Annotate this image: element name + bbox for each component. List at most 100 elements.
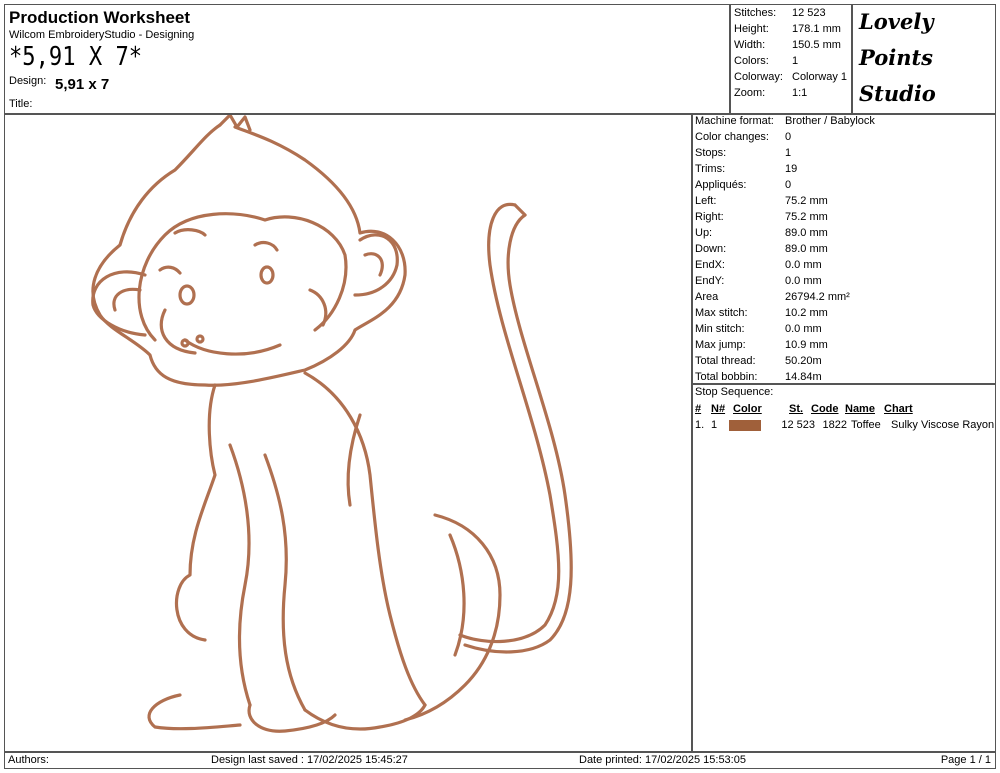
kv-label: EndX:: [695, 259, 725, 271]
kv-value: 0.0 mm: [785, 259, 822, 271]
kv-label: Area: [695, 291, 719, 303]
kv-label: Zoom:: [734, 87, 766, 99]
col-needle: N#: [711, 403, 726, 415]
kv-value: 89.0 mm: [785, 227, 828, 239]
kv-value: 10.9 mm: [785, 339, 828, 351]
kv-row: Right: 75.2 mm: [695, 209, 875, 225]
kv-row: Colorway: Colorway 1: [734, 69, 847, 85]
design-value: 5,91 x 7: [55, 76, 110, 93]
kv-value: 26794.2 mm²: [785, 291, 850, 303]
kv-row: Max stitch: 10.2 mm: [695, 305, 875, 321]
barcode-text: *5,91 X 7*: [9, 42, 143, 72]
kv-row: Total thread: 50.20m: [695, 353, 875, 369]
logo-line-1: Lovely: [859, 9, 934, 34]
logo-line-3: Studio: [859, 81, 936, 106]
header-info: Production Worksheet Wilcom EmbroiderySt…: [4, 4, 730, 114]
specs-list: Machine format: Brother / Babylock Color c…: [695, 113, 875, 385]
col-name: Name: [845, 403, 875, 415]
kv-row: Area 26794.2 mm²: [695, 289, 875, 305]
kv-row: Up: 89.0 mm: [695, 225, 875, 241]
kv-row: Stops: 1: [695, 145, 875, 161]
kv-value: 12 523: [792, 7, 826, 19]
footer-authors: Authors:: [8, 754, 49, 766]
stats-list: Stitches: 12 523 Height: 178.1 mm Width: 150.…: [734, 5, 847, 101]
col-chart: Chart: [884, 403, 913, 415]
kv-label: Height:: [734, 23, 769, 35]
stop-row: 1. 1 12 523 1822 Toffee Sulky Viscose Ra…: [695, 419, 994, 431]
kv-value: 50.20m: [785, 355, 822, 367]
kv-row: Trims: 19: [695, 161, 875, 177]
kv-row: Appliqués: 0: [695, 177, 875, 193]
kv-row: Color changes: 0: [695, 129, 875, 145]
kv-row: Machine format: Brother / Babylock: [695, 113, 875, 129]
row-chart: Sulky Viscose Rayon: [891, 419, 995, 431]
logo-panel: Lovely Points Studio: [852, 4, 996, 114]
kv-value: 150.5 mm: [792, 39, 841, 51]
kv-row: Total bobbin: 14.84m: [695, 369, 875, 385]
kv-value: Colorway 1: [792, 71, 848, 83]
kv-value: 10.2 mm: [785, 307, 828, 319]
kv-row: EndY: 0.0 mm: [695, 273, 875, 289]
row-stitches: 12 523: [781, 419, 815, 431]
stop-sequence-header: # N# Color St. Code Name Chart: [695, 403, 913, 415]
app-subtitle: Wilcom EmbroideryStudio - Designing: [9, 29, 195, 41]
col-color: Color: [733, 403, 762, 415]
kv-label: Trims:: [695, 163, 726, 175]
kv-label: Colors:: [734, 55, 769, 67]
color-swatch: [729, 419, 761, 431]
stats-panel: Stitches: 12 523 Height: 178.1 mm Width: 150.…: [730, 4, 852, 114]
kv-label: Color changes:: [695, 131, 769, 143]
design-canvas: [4, 113, 692, 752]
kv-label: Min stitch:: [695, 323, 745, 335]
kv-value: 178.1 mm: [792, 23, 841, 35]
kv-label: Total bobbin:: [695, 371, 758, 383]
specs-panel: Machine format: Brother / Babylock Color c…: [692, 114, 996, 384]
kv-value: 1: [792, 55, 799, 67]
footer-printed: Date printed: 17/02/2025 15:53:05: [579, 754, 746, 766]
kv-value: 89.0 mm: [785, 243, 828, 255]
kv-row: Width: 150.5 mm: [734, 37, 847, 53]
col-num: #: [695, 403, 702, 415]
footer-page: Page 1 / 1: [940, 754, 991, 766]
row-num: 1.: [695, 419, 705, 431]
kv-row: Stitches: 12 523: [734, 5, 847, 21]
design-label: Design:: [9, 75, 47, 87]
kv-row: Max jump: 10.9 mm: [695, 337, 875, 353]
stop-sequence-title: Stop Sequence:: [695, 386, 774, 398]
kv-row: EndX: 0.0 mm: [695, 257, 875, 273]
kv-label: Width:: [734, 39, 766, 51]
kv-value: Brother / Babylock: [785, 115, 875, 127]
kv-value: 1:1: [792, 87, 808, 99]
kv-label: Appliqués:: [695, 179, 747, 191]
logo-line-2: Points: [859, 45, 934, 70]
worksheet-title: Production Worksheet: [9, 8, 191, 27]
kv-row: Down: 89.0 mm: [695, 241, 875, 257]
kv-label: Colorway:: [734, 71, 783, 83]
kv-row: Zoom: 1:1: [734, 85, 847, 101]
kv-label: Down:: [695, 243, 727, 255]
kv-label: Max stitch:: [695, 307, 748, 319]
kv-row: Colors: 1: [734, 53, 847, 69]
monkey-embroidery-image: [91, 113, 573, 733]
kv-label: Left:: [695, 195, 717, 207]
kv-label: Stops:: [695, 147, 727, 159]
kv-value: 0: [785, 131, 792, 143]
kv-label: Right:: [695, 211, 724, 223]
kv-value: 14.84m: [785, 371, 822, 383]
kv-label: Up:: [695, 227, 713, 239]
kv-value: 1: [785, 147, 792, 159]
kv-value: 19: [785, 163, 798, 175]
title-label: Title:: [9, 98, 33, 110]
kv-label: Machine format:: [695, 115, 774, 127]
row-needle: 1: [711, 419, 718, 431]
kv-label: Stitches:: [734, 7, 777, 19]
kv-row: Height: 178.1 mm: [734, 21, 847, 37]
stop-sequence-panel: Stop Sequence: # N# Color St. Code Name …: [692, 384, 996, 752]
row-code: 1822: [822, 419, 847, 431]
col-st: St.: [789, 403, 804, 415]
kv-value: 0.0 mm: [785, 323, 822, 335]
kv-value: 0.0 mm: [785, 275, 822, 287]
kv-value: 75.2 mm: [785, 211, 828, 223]
col-code: Code: [811, 403, 839, 415]
kv-label: Total thread:: [695, 355, 756, 367]
